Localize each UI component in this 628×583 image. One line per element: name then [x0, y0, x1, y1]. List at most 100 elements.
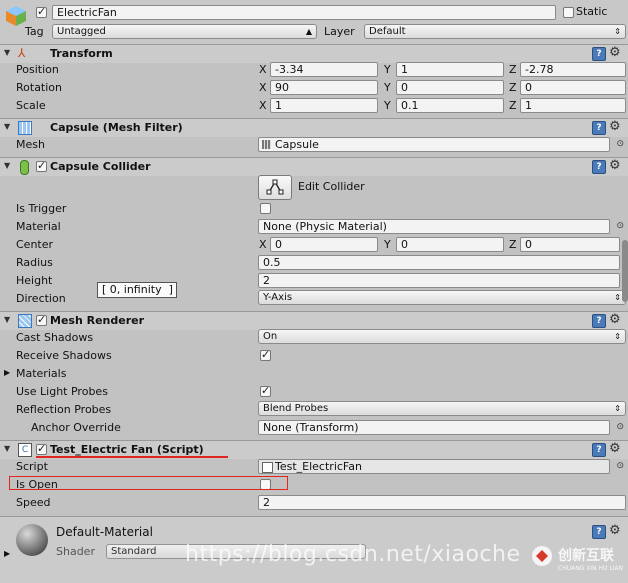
height-field[interactable]: 2	[258, 273, 620, 288]
mesh-field[interactable]: Capsule	[258, 137, 610, 152]
active-checkbox[interactable]	[36, 5, 47, 18]
height-row: Height 2	[0, 272, 628, 290]
z-label[interactable]: Z	[509, 238, 517, 251]
static-checkbox[interactable]	[563, 7, 574, 18]
foldout-arrow-icon[interactable]: ▼	[4, 444, 10, 453]
position-y-field[interactable]: 1	[396, 62, 504, 77]
x-label[interactable]: X	[259, 238, 267, 251]
object-picker-icon[interactable]: ⊙	[616, 221, 624, 231]
y-label[interactable]: Y	[384, 81, 391, 94]
mesh-renderer-header[interactable]: ▼ Mesh Renderer ? ⚙	[0, 311, 628, 330]
x-label[interactable]: X	[259, 99, 267, 112]
z-label[interactable]: Z	[509, 81, 517, 94]
scale-label: Scale	[16, 99, 46, 112]
help-icon[interactable]: ?	[592, 525, 606, 539]
receive-shadows-checkbox[interactable]	[260, 348, 271, 361]
gear-icon[interactable]: ⚙	[609, 45, 621, 60]
tag-value: Untagged	[57, 26, 106, 37]
gear-icon[interactable]: ⚙	[609, 523, 621, 538]
position-x-field[interactable]: -3.34	[270, 62, 378, 77]
gear-icon[interactable]: ⚙	[609, 158, 621, 173]
y-label[interactable]: Y	[384, 238, 391, 251]
materials-row[interactable]: ▶ Materials	[0, 365, 628, 383]
direction-row: Direction Y-Axis ⇕	[0, 290, 628, 308]
object-name-field[interactable]: ElectricFan	[52, 5, 556, 20]
collider-enabled-checkbox[interactable]	[36, 159, 47, 172]
position-z-field[interactable]: -2.78	[520, 62, 626, 77]
is-trigger-label: Is Trigger	[16, 202, 67, 215]
help-icon[interactable]: ?	[592, 47, 606, 61]
direction-dropdown[interactable]: Y-Axis ⇕	[258, 290, 626, 305]
foldout-arrow-icon[interactable]: ▼	[4, 315, 10, 324]
foldout-arrow-icon[interactable]: ▼	[4, 122, 10, 131]
radius-label: Radius	[16, 256, 53, 269]
script-asset-icon	[262, 462, 273, 473]
object-picker-icon[interactable]: ⊙	[616, 461, 624, 471]
mesh-asset-icon	[262, 140, 271, 149]
mesh-renderer-icon	[18, 314, 32, 328]
script-field[interactable]: Test_ElectricFan	[258, 459, 610, 474]
help-icon[interactable]: ?	[592, 160, 606, 174]
component-tools: ? ⚙	[592, 45, 624, 61]
z-label[interactable]: Z	[509, 99, 517, 112]
z-label[interactable]: Z	[509, 63, 517, 76]
direction-value: Y-Axis	[263, 292, 293, 303]
anchor-override-field[interactable]: None (Transform)	[258, 420, 610, 435]
help-icon[interactable]: ?	[592, 443, 606, 457]
is-trigger-checkbox[interactable]	[260, 203, 271, 214]
cast-shadows-value: On	[263, 331, 278, 342]
gear-icon[interactable]: ⚙	[609, 119, 621, 134]
scrollbar-thumb[interactable]	[622, 240, 628, 302]
rotation-x-field[interactable]: 90	[270, 80, 378, 95]
script-enabled-checkbox[interactable]	[36, 442, 47, 455]
physic-material-field[interactable]: None (Physic Material)	[258, 219, 610, 234]
radius-field[interactable]: 0.5	[258, 255, 620, 270]
center-x-field[interactable]: 0	[270, 237, 378, 252]
object-picker-icon[interactable]: ⊙	[616, 422, 624, 432]
foldout-arrow-icon[interactable]: ▶	[4, 368, 10, 377]
dropdown-arrow-icon: ⇕	[614, 332, 621, 341]
center-y-field[interactable]: 0	[396, 237, 504, 252]
x-label[interactable]: X	[259, 81, 267, 94]
watermark-logo	[530, 544, 554, 568]
foldout-arrow-icon[interactable]: ▶	[4, 549, 10, 558]
transform-icon: ⅄	[18, 46, 26, 60]
y-label[interactable]: Y	[384, 99, 391, 112]
receive-shadows-row: Receive Shadows	[0, 347, 628, 365]
object-picker-icon[interactable]: ⊙	[616, 139, 624, 149]
brand-logo-icon	[532, 546, 552, 566]
dropdown-arrow-icon: ▲	[305, 27, 312, 36]
is-trigger-row: Is Trigger	[0, 200, 628, 218]
scale-x-field[interactable]: 1	[270, 98, 378, 113]
dropdown-arrow-icon: ⇕	[614, 404, 621, 413]
receive-shadows-label: Receive Shadows	[16, 349, 112, 362]
rotation-y-field[interactable]: 0	[396, 80, 504, 95]
center-z-field[interactable]: 0	[520, 237, 620, 252]
mesh-filter-icon	[18, 121, 32, 135]
edit-collider-button[interactable]	[258, 175, 292, 200]
foldout-arrow-icon[interactable]: ▼	[4, 48, 10, 57]
speed-field[interactable]: 2	[258, 495, 626, 510]
y-label[interactable]: Y	[384, 63, 391, 76]
help-icon[interactable]: ?	[592, 121, 606, 135]
renderer-enabled-checkbox[interactable]	[36, 313, 47, 326]
material-label: Material	[16, 220, 61, 233]
scale-y-field[interactable]: 0.1	[396, 98, 504, 113]
scale-z-field[interactable]: 1	[520, 98, 626, 113]
reflection-probes-dropdown[interactable]: Blend Probes ⇕	[258, 401, 626, 416]
layer-dropdown[interactable]: Default ⇕	[364, 24, 626, 39]
radius-row: Radius 0.5	[0, 254, 628, 272]
light-probes-checkbox[interactable]	[260, 384, 271, 397]
cast-shadows-label: Cast Shadows	[16, 331, 94, 344]
capsule-collider-header[interactable]: ▼ Capsule Collider ? ⚙	[0, 157, 628, 176]
gear-icon[interactable]: ⚙	[609, 441, 621, 456]
x-label[interactable]: X	[259, 63, 267, 76]
gear-icon[interactable]: ⚙	[609, 312, 621, 327]
script-icon: C	[18, 443, 32, 457]
cast-shadows-dropdown[interactable]: On ⇕	[258, 329, 626, 344]
rotation-z-field[interactable]: 0	[520, 80, 626, 95]
tag-dropdown[interactable]: Untagged ▲	[52, 24, 317, 39]
help-icon[interactable]: ?	[592, 314, 606, 328]
foldout-arrow-icon[interactable]: ▼	[4, 161, 10, 170]
mesh-filter-header[interactable]: ▼ Capsule (Mesh Filter) ? ⚙	[0, 118, 628, 137]
